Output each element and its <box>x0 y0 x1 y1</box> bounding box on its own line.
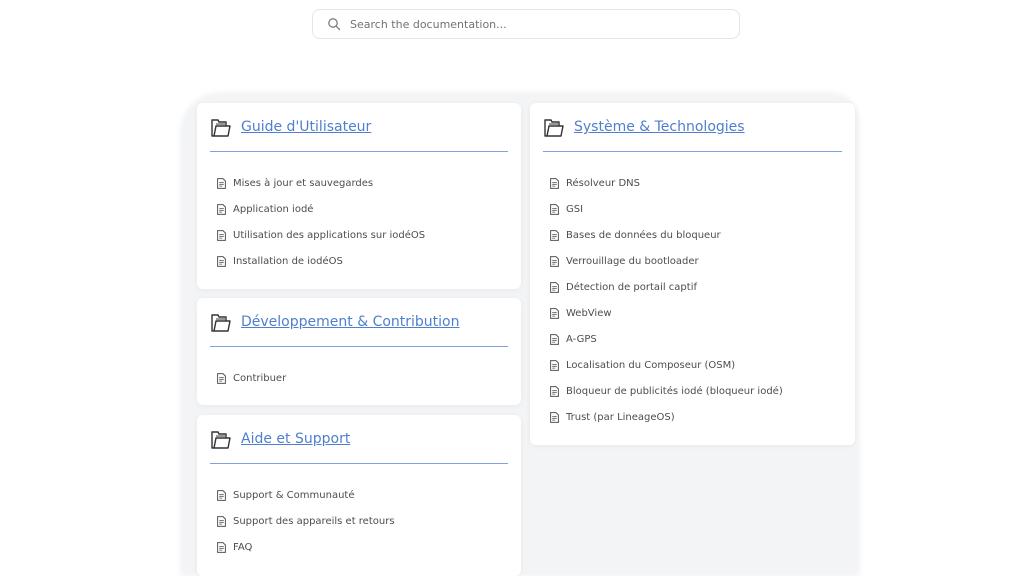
doc-link[interactable]: Mises à jour et sauvegardes <box>233 178 373 189</box>
document-icon <box>550 229 559 241</box>
list-item: Bases de données du bloqueur <box>550 222 783 248</box>
section-card-guide: Guide d'Utilisateur Mises à jour et sauv… <box>197 103 521 289</box>
doc-link[interactable]: Application iodé <box>233 204 313 215</box>
list-item: Support & Communauté <box>217 482 395 508</box>
document-icon <box>550 359 559 371</box>
section-card-aide: Aide et Support Support & Communauté Sup… <box>197 415 521 576</box>
list-item: Détection de portail captif <box>550 274 783 300</box>
section-card-dev: Développement & Contribution Contribuer <box>197 298 521 405</box>
document-icon <box>550 177 559 189</box>
section-title-sys[interactable]: Système & Technologies <box>574 115 745 139</box>
list-item: Mises à jour et sauvegardes <box>217 170 425 196</box>
document-icon <box>217 372 226 384</box>
document-icon <box>217 177 226 189</box>
document-icon <box>550 333 559 345</box>
list-item: Application iodé <box>217 196 425 222</box>
doc-link[interactable]: Verrouillage du bootloader <box>566 256 699 267</box>
section-header: Guide d'Utilisateur <box>210 115 508 152</box>
folder-icon <box>211 314 231 332</box>
doc-link[interactable]: Détection de portail captif <box>566 282 697 293</box>
doc-link[interactable]: Localisation du Composeur (OSM) <box>566 360 735 371</box>
section-title-aide[interactable]: Aide et Support <box>241 427 350 451</box>
list-item: Localisation du Composeur (OSM) <box>550 352 783 378</box>
link-list: Mises à jour et sauvegardes Application … <box>217 170 425 274</box>
document-icon <box>217 515 226 527</box>
list-item: A-GPS <box>550 326 783 352</box>
document-icon <box>217 229 226 241</box>
doc-link[interactable]: Résolveur DNS <box>566 178 640 189</box>
doc-link[interactable]: Installation de iodéOS <box>233 256 343 267</box>
doc-link[interactable]: A-GPS <box>566 334 597 345</box>
list-item: FAQ <box>217 534 395 560</box>
doc-link[interactable]: Bases de données du bloqueur <box>566 230 721 241</box>
section-header: Aide et Support <box>210 427 508 464</box>
list-item: Bloqueur de publicités iodé (bloqueur io… <box>550 378 783 404</box>
link-list: Résolveur DNS GSI Bases de données du bl… <box>550 170 783 430</box>
doc-link[interactable]: Trust (par LineageOS) <box>566 412 675 423</box>
doc-link[interactable]: Contribuer <box>233 373 286 384</box>
list-item: Installation de iodéOS <box>217 248 425 274</box>
folder-icon <box>211 431 231 449</box>
document-icon <box>550 385 559 397</box>
section-header: Développement & Contribution <box>210 310 508 347</box>
document-icon <box>217 489 226 501</box>
list-item: WebView <box>550 300 783 326</box>
search-icon <box>328 18 341 31</box>
document-icon <box>550 255 559 267</box>
list-item: Contribuer <box>217 365 286 391</box>
list-item: Trust (par LineageOS) <box>550 404 783 430</box>
doc-link[interactable]: Bloqueur de publicités iodé (bloqueur io… <box>566 386 783 397</box>
list-item: GSI <box>550 196 783 222</box>
document-icon <box>217 203 226 215</box>
doc-link[interactable]: FAQ <box>233 542 252 553</box>
document-icon <box>217 541 226 553</box>
doc-link[interactable]: Support des appareils et retours <box>233 516 395 527</box>
doc-link[interactable]: Utilisation des applications sur iodéOS <box>233 230 425 241</box>
document-icon <box>550 307 559 319</box>
folder-icon <box>544 119 564 137</box>
link-list: Contribuer <box>217 365 286 391</box>
doc-link[interactable]: Support & Communauté <box>233 490 354 501</box>
doc-link[interactable]: GSI <box>566 204 583 215</box>
folder-icon <box>211 119 231 137</box>
document-icon <box>550 281 559 293</box>
section-header: Système & Technologies <box>543 115 842 152</box>
list-item: Utilisation des applications sur iodéOS <box>217 222 425 248</box>
doc-link[interactable]: WebView <box>566 308 612 319</box>
list-item: Support des appareils et retours <box>217 508 395 534</box>
link-list: Support & Communauté Support des apparei… <box>217 482 395 560</box>
search-input[interactable] <box>350 17 739 31</box>
document-icon <box>550 411 559 423</box>
document-icon <box>217 255 226 267</box>
list-item: Verrouillage du bootloader <box>550 248 783 274</box>
section-title-dev[interactable]: Développement & Contribution <box>241 310 460 334</box>
list-item: Résolveur DNS <box>550 170 783 196</box>
section-title-guide[interactable]: Guide d'Utilisateur <box>241 115 371 139</box>
document-icon <box>550 203 559 215</box>
search-bar[interactable] <box>312 9 740 39</box>
section-card-sys: Système & Technologies Résolveur DNS GSI… <box>530 103 855 445</box>
